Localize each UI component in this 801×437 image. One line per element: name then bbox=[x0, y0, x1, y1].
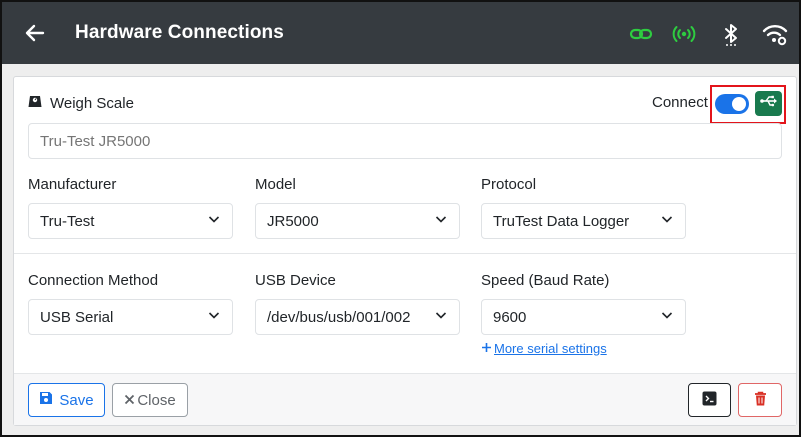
card-footer: Save Close bbox=[14, 373, 796, 425]
speed-label: Speed (Baud Rate) bbox=[481, 272, 610, 289]
connection-method-label: Connection Method bbox=[28, 272, 159, 289]
device-name-input[interactable] bbox=[28, 123, 782, 159]
model-label: Model bbox=[255, 176, 296, 193]
broadcast-icon[interactable] bbox=[671, 21, 697, 47]
close-icon bbox=[124, 392, 135, 409]
speed-select[interactable]: 9600 bbox=[481, 299, 686, 335]
device-card: Weigh Scale Connect Manufacturer bbox=[13, 76, 797, 426]
manufacturer-select[interactable]: Tru-Test bbox=[28, 203, 233, 239]
save-label: Save bbox=[59, 391, 94, 409]
connection-method-select[interactable]: USB Serial bbox=[28, 299, 233, 335]
usb-device-select[interactable]: /dev/bus/usb/001/002 bbox=[255, 299, 460, 335]
delete-button[interactable] bbox=[738, 383, 782, 417]
device-heading: Weigh Scale bbox=[28, 94, 134, 112]
back-arrow-icon[interactable] bbox=[22, 20, 48, 46]
chevron-down-icon bbox=[434, 308, 448, 326]
model-select[interactable]: JR5000 bbox=[255, 203, 460, 239]
console-button[interactable] bbox=[688, 383, 731, 417]
top-app-bar: Hardware Connections bbox=[2, 2, 799, 64]
trash-icon bbox=[754, 391, 767, 410]
chevron-down-icon bbox=[660, 212, 674, 230]
section-divider bbox=[14, 253, 796, 254]
weigh-scale-icon bbox=[28, 94, 42, 112]
plus-icon bbox=[481, 341, 492, 356]
terminal-icon bbox=[702, 391, 717, 410]
manufacturer-label: Manufacturer bbox=[28, 176, 117, 193]
wifi-settings-icon[interactable] bbox=[762, 21, 788, 47]
bluetooth-icon[interactable] bbox=[718, 21, 744, 47]
link-icon[interactable] bbox=[628, 21, 654, 47]
connection-method-value: USB Serial bbox=[40, 308, 114, 326]
connect-label: Connect bbox=[652, 94, 708, 111]
chevron-down-icon bbox=[207, 212, 221, 230]
protocol-value: TruTest Data Logger bbox=[493, 212, 630, 230]
connect-toggle[interactable] bbox=[715, 94, 749, 114]
page-title: Hardware Connections bbox=[75, 22, 284, 43]
device-title: Weigh Scale bbox=[50, 94, 134, 112]
chevron-down-icon bbox=[434, 212, 448, 230]
speed-value: 9600 bbox=[493, 308, 527, 326]
usb-connect-button[interactable] bbox=[755, 91, 782, 116]
toggle-knob bbox=[732, 97, 746, 111]
save-button[interactable]: Save bbox=[28, 383, 105, 417]
chevron-down-icon bbox=[660, 308, 674, 326]
protocol-select[interactable]: TruTest Data Logger bbox=[481, 203, 686, 239]
more-serial-settings-label: More serial settings bbox=[494, 341, 607, 356]
chevron-down-icon bbox=[207, 308, 221, 326]
protocol-label: Protocol bbox=[481, 176, 537, 193]
usb-device-value: /dev/bus/usb/001/002 bbox=[267, 308, 411, 326]
manufacturer-value: Tru-Test bbox=[40, 212, 95, 230]
usb-device-label: USB Device bbox=[255, 272, 336, 289]
model-value: JR5000 bbox=[267, 212, 319, 230]
app-window: Hardware Connections Weigh Scale Connect… bbox=[0, 0, 801, 437]
save-icon bbox=[39, 391, 53, 409]
more-serial-settings-link[interactable]: More serial settings bbox=[481, 341, 607, 356]
close-label: Close bbox=[137, 391, 176, 409]
close-button[interactable]: Close bbox=[112, 383, 188, 417]
usb-icon bbox=[759, 94, 779, 113]
